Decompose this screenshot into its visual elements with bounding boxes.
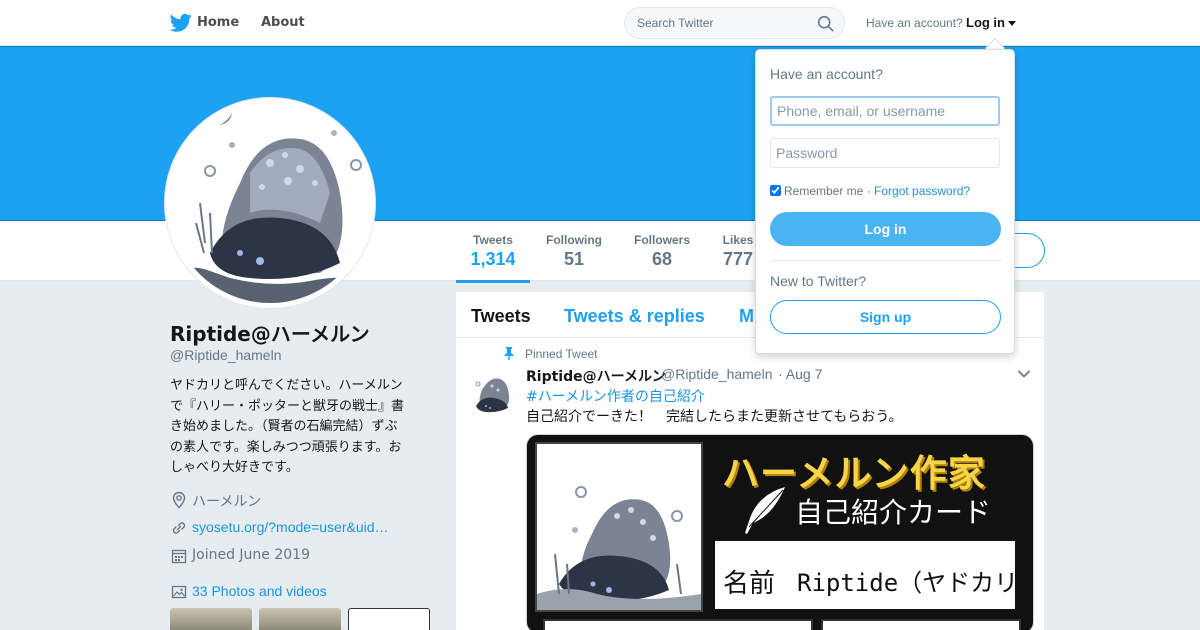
- card-name-label: 名前: [723, 569, 776, 599]
- signup-button[interactable]: Sign up: [770, 300, 1001, 334]
- tab-tweets[interactable]: Tweets: [471, 306, 531, 327]
- chevron-down-icon[interactable]: [1008, 21, 1016, 26]
- new-to-twitter-text: New to Twitter?: [770, 273, 867, 289]
- tab-tweets-replies[interactable]: Tweets & replies: [564, 306, 705, 327]
- login-menu-link[interactable]: Log in: [966, 15, 1005, 30]
- hermit-crab-illustration: [170, 113, 370, 303]
- stat-label: Following: [546, 233, 602, 247]
- media-thumbnail[interactable]: [170, 608, 252, 630]
- login-dropdown: Have an account? Remember me · Forgot pa…: [755, 49, 1015, 354]
- nav-home-link[interactable]: Home: [197, 15, 239, 30]
- dropdown-title: Have an account?: [770, 66, 883, 82]
- link-icon: [172, 522, 186, 534]
- stat-likes[interactable]: Likes 777: [716, 233, 760, 270]
- profile-bio: ヤドカリと呼んでください。ハーメルン で『ハリー・ポッターと獣牙の戦士』書 き始…: [170, 376, 428, 479]
- profile-name: Riptide@ハーメルン: [170, 322, 370, 346]
- search-box: [624, 7, 845, 39]
- card-illustration: [535, 442, 703, 612]
- top-navigation-bar: Home About Have an account? Log in: [0, 0, 1200, 46]
- stat-value: 51: [563, 249, 585, 269]
- tab-media[interactable]: M: [739, 306, 754, 327]
- nav-about-link[interactable]: About: [261, 15, 305, 30]
- chevron-down-icon[interactable]: [1017, 369, 1031, 379]
- bio-line: の素人です。楽しみつつ頑張ります。お: [170, 439, 402, 455]
- stat-tweets[interactable]: Tweets 1,314: [456, 233, 530, 283]
- bio-line: しゃべり大好きです。: [170, 460, 299, 475]
- stat-label: Followers: [633, 233, 690, 247]
- profile-url-link[interactable]: syosetu.org/?mode=user&uid…: [192, 519, 389, 535]
- login-button[interactable]: Log in: [770, 212, 1001, 246]
- bio-line: き始めました。（賢者の石編完結）ずぶ: [170, 419, 398, 434]
- tweet-hashtag[interactable]: #ハーメルン作者の自己紹介: [526, 386, 705, 406]
- card-name-value: Riptide（ヤドカリ）: [797, 569, 1034, 597]
- stat-followers[interactable]: Followers 68: [630, 233, 694, 270]
- remember-me-label[interactable]: Remember me: [784, 184, 863, 198]
- joined-text: Joined June 2019: [192, 547, 310, 563]
- hermit-crab-illustration: [537, 486, 701, 610]
- tweet-author-handle[interactable]: @Riptide_hameln: [661, 366, 773, 382]
- tweet-image[interactable]: ハーメルン作家 自己紹介カード 名前 Riptide（ヤドカリ）: [526, 434, 1034, 630]
- tweet-text: 自己紹介でーきた！ 完結したらまた更新させてもらおう。: [526, 409, 903, 425]
- stat-label: Tweets: [473, 233, 513, 247]
- card-field-box: [821, 619, 1021, 630]
- divider: [770, 260, 1001, 261]
- stat-value: 777: [722, 249, 754, 269]
- remember-me-row: Remember me · Forgot password?: [770, 184, 970, 198]
- profile-handle[interactable]: @Riptide_hameln: [170, 347, 282, 363]
- twitter-bird-icon[interactable]: [170, 13, 192, 33]
- stat-value: 68: [651, 249, 673, 269]
- card-name-box: 名前 Riptide（ヤドカリ）: [713, 539, 1033, 611]
- card-field-box: [543, 619, 813, 630]
- hermit-crab-illustration: [475, 378, 510, 413]
- search-icon[interactable]: [817, 15, 834, 32]
- media-thumbnail[interactable]: [259, 608, 341, 630]
- bio-line: ヤドカリと呼んでください。ハーメルン: [170, 378, 403, 393]
- stat-value: 1,314: [470, 249, 516, 269]
- password-field[interactable]: [770, 138, 1000, 168]
- profile-avatar[interactable]: [165, 98, 375, 308]
- calendar-icon: [171, 549, 187, 564]
- photos-link[interactable]: 33 Photos and videos: [192, 583, 327, 599]
- card-subtitle: 自己紹介カード: [795, 496, 992, 529]
- tweet-author-avatar[interactable]: [468, 370, 516, 418]
- photo-icon: [171, 585, 187, 599]
- media-thumbnail[interactable]: [348, 608, 430, 630]
- pinned-tweet-label: Pinned Tweet: [525, 347, 598, 361]
- location-pin-icon: [172, 491, 186, 509]
- tweet-author-name[interactable]: Riptide@ハーメルン: [526, 366, 666, 386]
- location-text: ハーメルン: [192, 494, 262, 510]
- stat-following[interactable]: Following 51: [541, 233, 607, 270]
- tweet-date[interactable]: · Aug 7: [778, 366, 822, 382]
- quill-icon: [745, 487, 785, 534]
- username-field[interactable]: [770, 96, 1000, 126]
- pin-icon: [504, 347, 514, 360]
- have-account-text: Have an account?: [866, 16, 963, 30]
- forgot-password-link[interactable]: Forgot password?: [874, 184, 970, 198]
- remember-me-checkbox[interactable]: [770, 185, 781, 196]
- search-input[interactable]: [625, 8, 805, 38]
- bio-line: で『ハリー・ポッターと獣牙の戦士』書: [170, 398, 405, 414]
- stat-label: Likes: [722, 233, 754, 247]
